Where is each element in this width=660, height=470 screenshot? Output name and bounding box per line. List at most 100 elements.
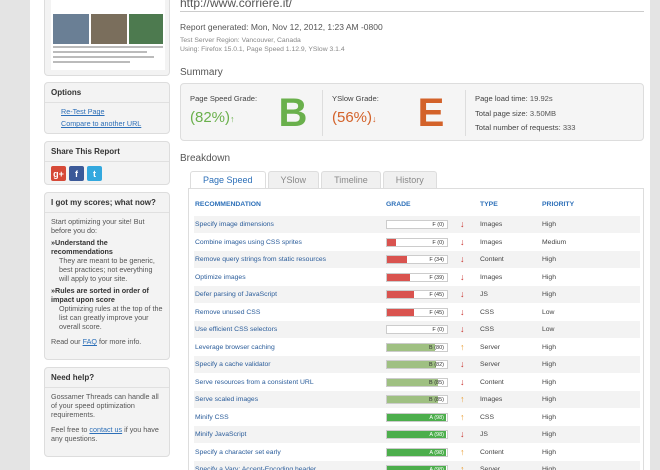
- report-url[interactable]: http://www.corriere.it/: [180, 0, 292, 10]
- tab-history[interactable]: History: [382, 171, 437, 188]
- col-type[interactable]: TYPE: [480, 201, 498, 208]
- faq-post: for more info.: [96, 337, 142, 346]
- table-row[interactable]: Minify JavaScript A (98) ↓ JS High: [194, 426, 640, 443]
- recommendation-name[interactable]: Remove query strings from static resourc…: [195, 251, 326, 268]
- faq-link[interactable]: FAQ: [83, 337, 97, 346]
- recommendation-priority: High: [542, 378, 556, 386]
- using-versions: Using: Firefox 15.0.1, Page Speed 1.12.9…: [180, 46, 345, 53]
- table-row[interactable]: Specify a character set early A (98) ↑ Cont…: [194, 443, 640, 461]
- recommendation-type: Images: [480, 396, 503, 403]
- grade-bar: B (82): [386, 360, 448, 369]
- recommendation-type: Content: [480, 256, 504, 263]
- recommendations-panel: RECOMMENDATION GRADE TYPE PRIORITY Speci…: [188, 188, 644, 470]
- compare-link[interactable]: Compare to another URL: [51, 119, 163, 128]
- recommendation-type: Images: [480, 273, 503, 281]
- share-box: Share This Report g+ f t: [44, 141, 170, 185]
- recommendation-name[interactable]: Remove unused CSS: [195, 304, 260, 321]
- recommendation-type: CSS: [480, 413, 494, 421]
- grade-bar-fill: [387, 291, 414, 298]
- table-row[interactable]: Remove unused CSS F (45) ↓ CSS Low: [194, 303, 640, 321]
- recommendation-name[interactable]: Specify a Vary: Accept-Encoding header: [195, 461, 316, 470]
- divider: [465, 90, 466, 136]
- recommendation-priority: High: [542, 431, 556, 438]
- table-row[interactable]: Serve scaled images B (85) ↑ Images High: [194, 391, 640, 408]
- grade-bar: F (39): [386, 272, 448, 282]
- grade-bar: F (0): [386, 325, 448, 334]
- recommendation-type: Server: [480, 466, 501, 470]
- tab-timeline[interactable]: Timeline: [321, 171, 381, 188]
- options-title: Options: [45, 83, 169, 103]
- yslow-grade-pct: (56%)↓: [332, 109, 377, 126]
- table-row[interactable]: Leverage browser caching B (80) ↑ Server Hig…: [194, 338, 640, 356]
- recommendation-type: Content: [480, 378, 504, 386]
- grade-score: F (39): [429, 274, 444, 281]
- recommendation-name[interactable]: Serve scaled images: [195, 391, 258, 408]
- recommendation-priority: Low: [542, 308, 555, 316]
- tab-yslow[interactable]: YSlow: [267, 171, 320, 188]
- recommendation-name[interactable]: Specify a cache validator: [195, 356, 271, 373]
- yslow-grade-label: YSlow Grade:: [332, 94, 379, 103]
- grade-bar: B (80): [386, 342, 448, 352]
- recommendation-type: Images: [480, 221, 503, 228]
- breakdown-tabs: Page Speed YSlow Timeline History: [190, 171, 439, 188]
- table-row[interactable]: Remove query strings from static resourc…: [194, 251, 640, 268]
- grade-score: B (82): [429, 362, 444, 368]
- recommendation-name[interactable]: Defer parsing of JavaScript: [195, 286, 277, 303]
- down-arrow-icon: ↓: [460, 219, 465, 229]
- recommendation-priority: High: [542, 291, 556, 298]
- recommendation-type: JS: [480, 291, 488, 298]
- recommendation-name[interactable]: Minify JavaScript: [195, 426, 246, 443]
- table-row[interactable]: Specify image dimensions F (0) ↓ Images High: [194, 216, 640, 233]
- table-row[interactable]: Specify a cache validator B (82) ↓ Server Hi…: [194, 356, 640, 373]
- recommendation-priority: High: [542, 221, 556, 228]
- recommendation-type: Content: [480, 448, 504, 456]
- col-grade[interactable]: GRADE: [386, 201, 411, 208]
- table-row[interactable]: Combine images using CSS sprites F (0) ↓ Im…: [194, 233, 640, 251]
- recommendation-name[interactable]: Use efficient CSS selectors: [195, 321, 277, 338]
- pagespeed-grade-letter: B: [278, 91, 308, 135]
- bullet-title: Rules are sorted in order of impact upon…: [51, 286, 163, 304]
- recommendation-name[interactable]: Specify a character set early: [195, 444, 281, 461]
- grade-bar: A (98): [386, 412, 448, 422]
- recommendation-name[interactable]: Combine images using CSS sprites: [195, 234, 302, 251]
- recommendation-type: CSS: [480, 326, 494, 333]
- server-info: Test Server Region: Vancouver, Canada Us…: [180, 36, 345, 54]
- facebook-icon[interactable]: f: [69, 166, 84, 181]
- scores-intro: Start optimizing your site! But before y…: [51, 217, 145, 235]
- recommendation-type: JS: [480, 431, 488, 438]
- recommendation-priority: Low: [542, 326, 555, 333]
- table-row[interactable]: Use efficient CSS selectors F (0) ↓ CSS Low: [194, 321, 640, 338]
- retest-link[interactable]: Re-Test Page: [51, 107, 163, 116]
- divider: [322, 90, 323, 136]
- recommendation-name[interactable]: Leverage browser caching: [195, 339, 275, 356]
- tab-page-speed[interactable]: Page Speed: [190, 171, 266, 188]
- contact-pre: Feel free to: [51, 425, 90, 434]
- page-load-time: Page load time: 19.92s: [475, 94, 553, 103]
- table-row[interactable]: Minify CSS A (98) ↑ CSS High: [194, 408, 640, 426]
- grade-score: A (98): [429, 449, 444, 456]
- grade-bar-fill: [387, 256, 408, 263]
- col-priority[interactable]: PRIORITY: [542, 201, 574, 208]
- recommendation-name[interactable]: Specify image dimensions: [195, 216, 274, 233]
- grade-bar: F (45): [386, 307, 448, 317]
- faq-pre: Read our: [51, 337, 83, 346]
- site-thumbnail: [44, 0, 170, 76]
- table-row[interactable]: Serve resources from a consistent URL B (…: [194, 373, 640, 391]
- recommendation-priority: High: [542, 448, 556, 456]
- test-region: Test Server Region: Vancouver, Canada: [180, 37, 301, 44]
- col-recommendation[interactable]: RECOMMENDATION: [195, 201, 261, 208]
- help-title: Need help?: [45, 368, 169, 388]
- recommendation-priority: High: [542, 343, 556, 351]
- recommendation-name[interactable]: Optimize images: [195, 269, 246, 286]
- up-arrow-icon: ↑: [460, 446, 465, 457]
- grade-score: B (85): [429, 379, 444, 386]
- contact-link[interactable]: contact us: [89, 425, 122, 434]
- table-row[interactable]: Specify a Vary: Accept-Encoding header A …: [194, 461, 640, 470]
- recommendation-name[interactable]: Serve resources from a consistent URL: [195, 374, 314, 391]
- table-row[interactable]: Defer parsing of JavaScript F (45) ↓ JS High: [194, 286, 640, 303]
- recommendation-name[interactable]: Minify CSS: [195, 409, 229, 426]
- google-plus-icon[interactable]: g+: [51, 166, 66, 181]
- table-row[interactable]: Optimize images F (39) ↓ Images High: [194, 268, 640, 286]
- twitter-icon[interactable]: t: [87, 166, 102, 181]
- down-arrow-icon: ↓: [460, 324, 465, 334]
